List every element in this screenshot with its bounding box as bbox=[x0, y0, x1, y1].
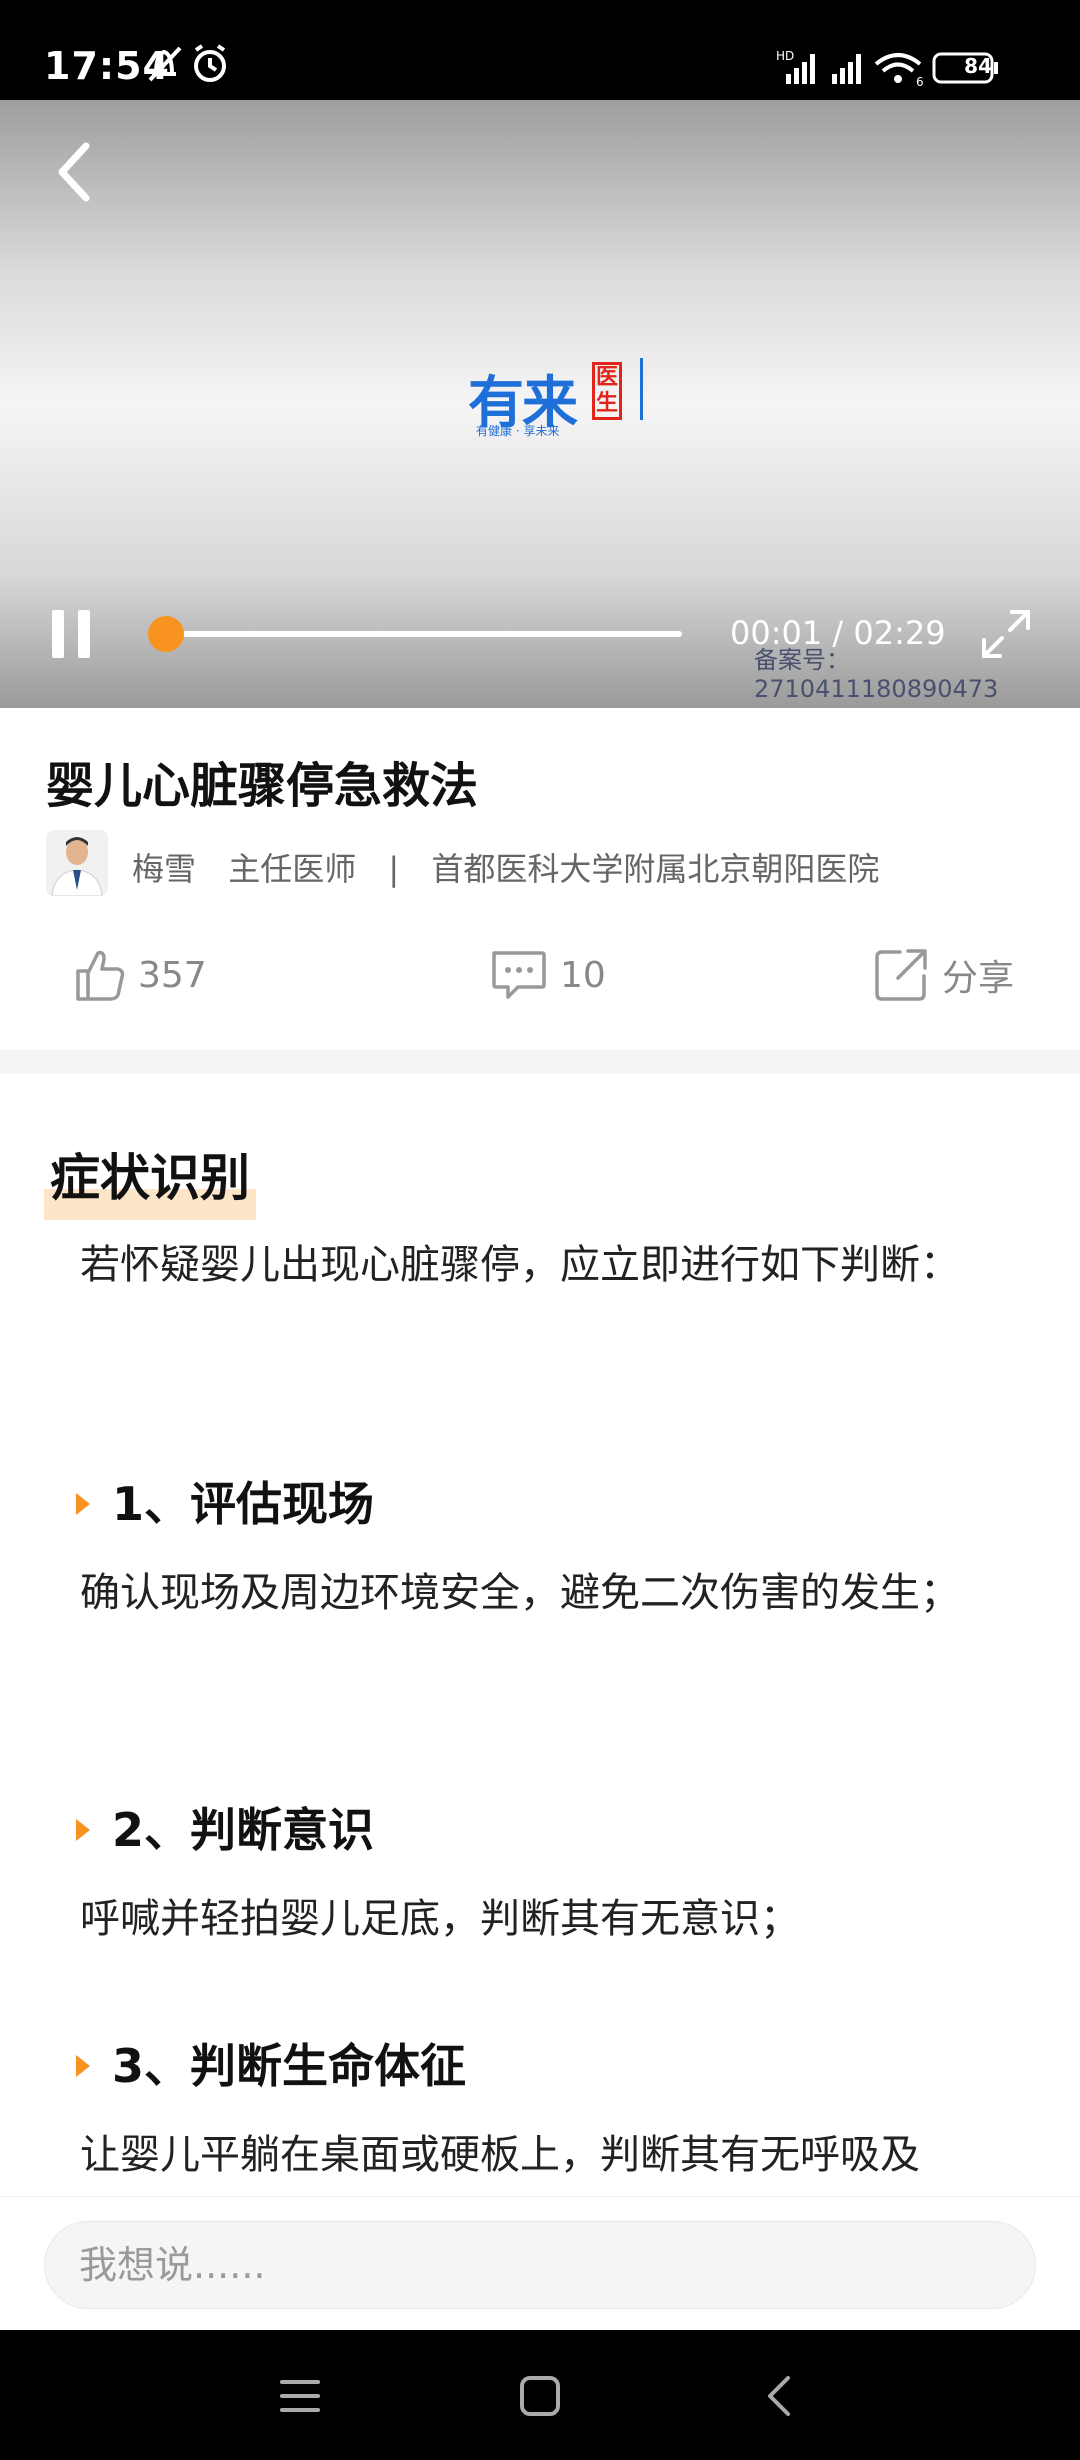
author-separator: | bbox=[388, 850, 400, 888]
author-info: 梅雪 主任医师 | 首都医科大学附属北京朝阳医院 bbox=[132, 844, 879, 890]
progress-handle[interactable] bbox=[147, 616, 184, 652]
comment-bar: 我想说...... bbox=[0, 2196, 1080, 2331]
like-button[interactable]: 357 bbox=[74, 940, 207, 1010]
status-icons-left bbox=[146, 44, 246, 88]
video-player[interactable]: 有来 医生 有健康 · 享未来 00:01 / 02:29 备案号：271041… bbox=[0, 100, 1080, 708]
pause-icon-bar-left bbox=[52, 610, 64, 658]
status-bar: 17:54 HD 6 84 bbox=[0, 0, 1080, 100]
triangle-bullet-icon bbox=[76, 2054, 90, 2077]
menu-button[interactable] bbox=[270, 2366, 330, 2426]
share-button[interactable]: 分享 bbox=[872, 940, 1014, 1010]
comment-count: 10 bbox=[560, 954, 606, 996]
system-nav-bar bbox=[0, 2330, 1080, 2460]
author-name: 梅雪 bbox=[132, 850, 197, 888]
network-label: HD bbox=[776, 49, 794, 63]
thumbs-up-icon bbox=[76, 950, 125, 1001]
share-icon bbox=[875, 949, 927, 1001]
menu-icon bbox=[280, 2380, 320, 2412]
step-2-text: 呼喊并轻拍婴儿足底，判断其有无意识； bbox=[80, 1896, 800, 1942]
youlai-logo: 有来 医生 有健康 · 享未来 bbox=[468, 358, 648, 442]
pause-icon-bar-right bbox=[78, 610, 90, 658]
avatar[interactable] bbox=[46, 830, 108, 896]
section-divider bbox=[0, 1050, 1080, 1074]
chevron-left-icon bbox=[58, 142, 90, 202]
share-label: 分享 bbox=[942, 958, 1015, 999]
home-square-icon bbox=[520, 2376, 560, 2416]
intro-paragraph: 若怀疑婴儿出现心脏骤停，应立即进行如下判断： bbox=[80, 1242, 960, 1288]
triangle-bullet-icon bbox=[76, 1492, 90, 1515]
back-button[interactable] bbox=[48, 134, 108, 214]
author-title: 主任医师 bbox=[228, 850, 357, 888]
author-row[interactable]: 梅雪 主任医师 | 首都医科大学附属北京朝阳医院 bbox=[46, 830, 1046, 900]
doctor-avatar-icon bbox=[46, 830, 108, 896]
comment-icon bbox=[492, 951, 546, 999]
like-count: 357 bbox=[138, 954, 207, 996]
progress-bar[interactable] bbox=[162, 631, 682, 637]
article-title: 婴儿心脏骤停急救法 bbox=[46, 758, 479, 814]
comment-input[interactable]: 我想说...... bbox=[44, 2221, 1036, 2309]
logo-tagline: 有健康 · 享未来 bbox=[476, 424, 560, 438]
logo-divider bbox=[640, 358, 643, 420]
step-1-text: 确认现场及周边环境安全，避免二次伤害的发生； bbox=[80, 1570, 960, 1616]
step-1-title: 1、评估现场 bbox=[76, 1468, 374, 1534]
comment-button[interactable]: 10 bbox=[488, 940, 606, 1010]
triangle-bullet-icon bbox=[76, 1818, 90, 1841]
home-button[interactable] bbox=[510, 2366, 570, 2426]
svg-text:6: 6 bbox=[916, 75, 924, 88]
record-number: 备案号：2710411180890473 bbox=[754, 646, 999, 703]
battery-level: 84 bbox=[964, 54, 992, 78]
step-3-title: 3、判断生命体征 bbox=[76, 2030, 466, 2096]
bell-off-icon bbox=[148, 44, 226, 82]
step-2-title: 2、判断意识 bbox=[76, 1794, 374, 1860]
pause-button[interactable] bbox=[52, 610, 92, 658]
status-icons-right: HD 6 bbox=[776, 48, 1036, 89]
logo-badge: 医生 bbox=[592, 362, 622, 420]
action-bar: 357 10 分享 bbox=[0, 940, 1080, 1010]
section-title: 症状识别 bbox=[44, 1138, 256, 1220]
signal-wifi-battery-icons: HD 6 bbox=[776, 49, 998, 89]
author-hospital: 首都医科大学附属北京朝阳医院 bbox=[431, 850, 880, 888]
back-chevron-icon bbox=[768, 2376, 790, 2416]
step-3-text: 让婴儿平躺在桌面或硬板上，判断其有无呼吸及 bbox=[80, 2132, 920, 2178]
nav-back-button[interactable] bbox=[750, 2366, 810, 2426]
